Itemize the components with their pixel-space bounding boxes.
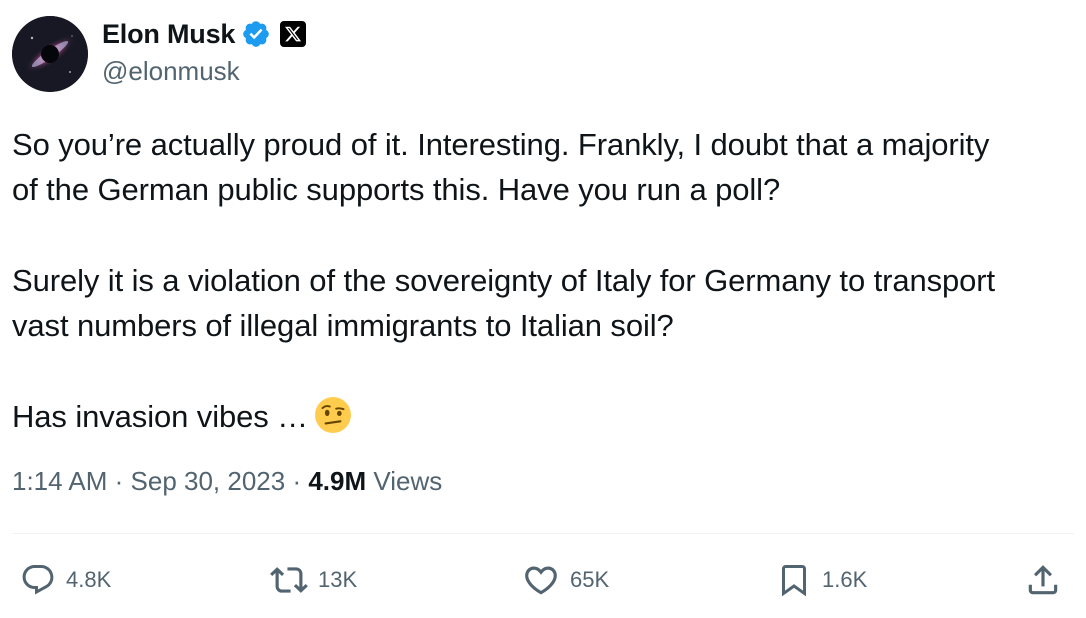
like-count: 65K [570,567,610,592]
reply-button[interactable]: 4.8K [20,558,111,602]
meta-separator: · [285,466,309,496]
tweet-date[interactable]: Sep 30, 2023 [131,466,286,496]
heart-icon [522,561,560,599]
action-bar: 4.8K 13K 65K 1.6K [0,558,1086,602]
bookmark-count: 1.6K [822,567,868,592]
tweet-paragraph: Surely it is a violation of the sovereig… [12,263,996,343]
avatar-image [12,16,88,92]
author-name-row: Elon Musk [102,16,307,52]
x-logo-icon [280,21,307,47]
tweet-meta: 1:14 AM · Sep 30, 2023 · 4.9M Views [12,466,442,497]
tweet-paragraph-last: Has invasion vibes … [12,394,1078,439]
views-count[interactable]: 4.9M [308,466,366,496]
bookmark-button[interactable]: 1.6K [776,558,867,602]
tweet-text: So you’re actually proud of it. Interest… [12,122,1078,439]
author-handle[interactable]: @elonmusk [102,56,240,87]
views-label: Views [366,466,443,496]
tweet-card: Elon Musk @elonmusk So you’re actually p… [0,0,1086,618]
bookmark-icon [776,562,812,598]
repost-count: 13K [318,567,358,592]
raised-eyebrow-emoji-icon [314,396,352,434]
repost-icon [270,561,308,599]
share-button[interactable] [1024,558,1062,602]
avatar[interactable] [12,16,88,92]
reply-count: 4.8K [66,567,112,592]
reply-icon [20,562,56,598]
repost-button[interactable]: 13K [270,558,357,602]
verified-badge-icon[interactable] [241,19,271,49]
author-display-name[interactable]: Elon Musk [102,19,235,50]
tweet-time[interactable]: 1:14 AM [12,466,107,496]
share-icon [1024,561,1062,599]
tweet-paragraph-text: Has invasion vibes … [12,399,309,434]
like-button[interactable]: 65K [522,558,609,602]
divider [12,533,1074,534]
tweet-paragraph: So you’re actually proud of it. Interest… [12,127,990,207]
meta-separator: · [107,466,131,496]
